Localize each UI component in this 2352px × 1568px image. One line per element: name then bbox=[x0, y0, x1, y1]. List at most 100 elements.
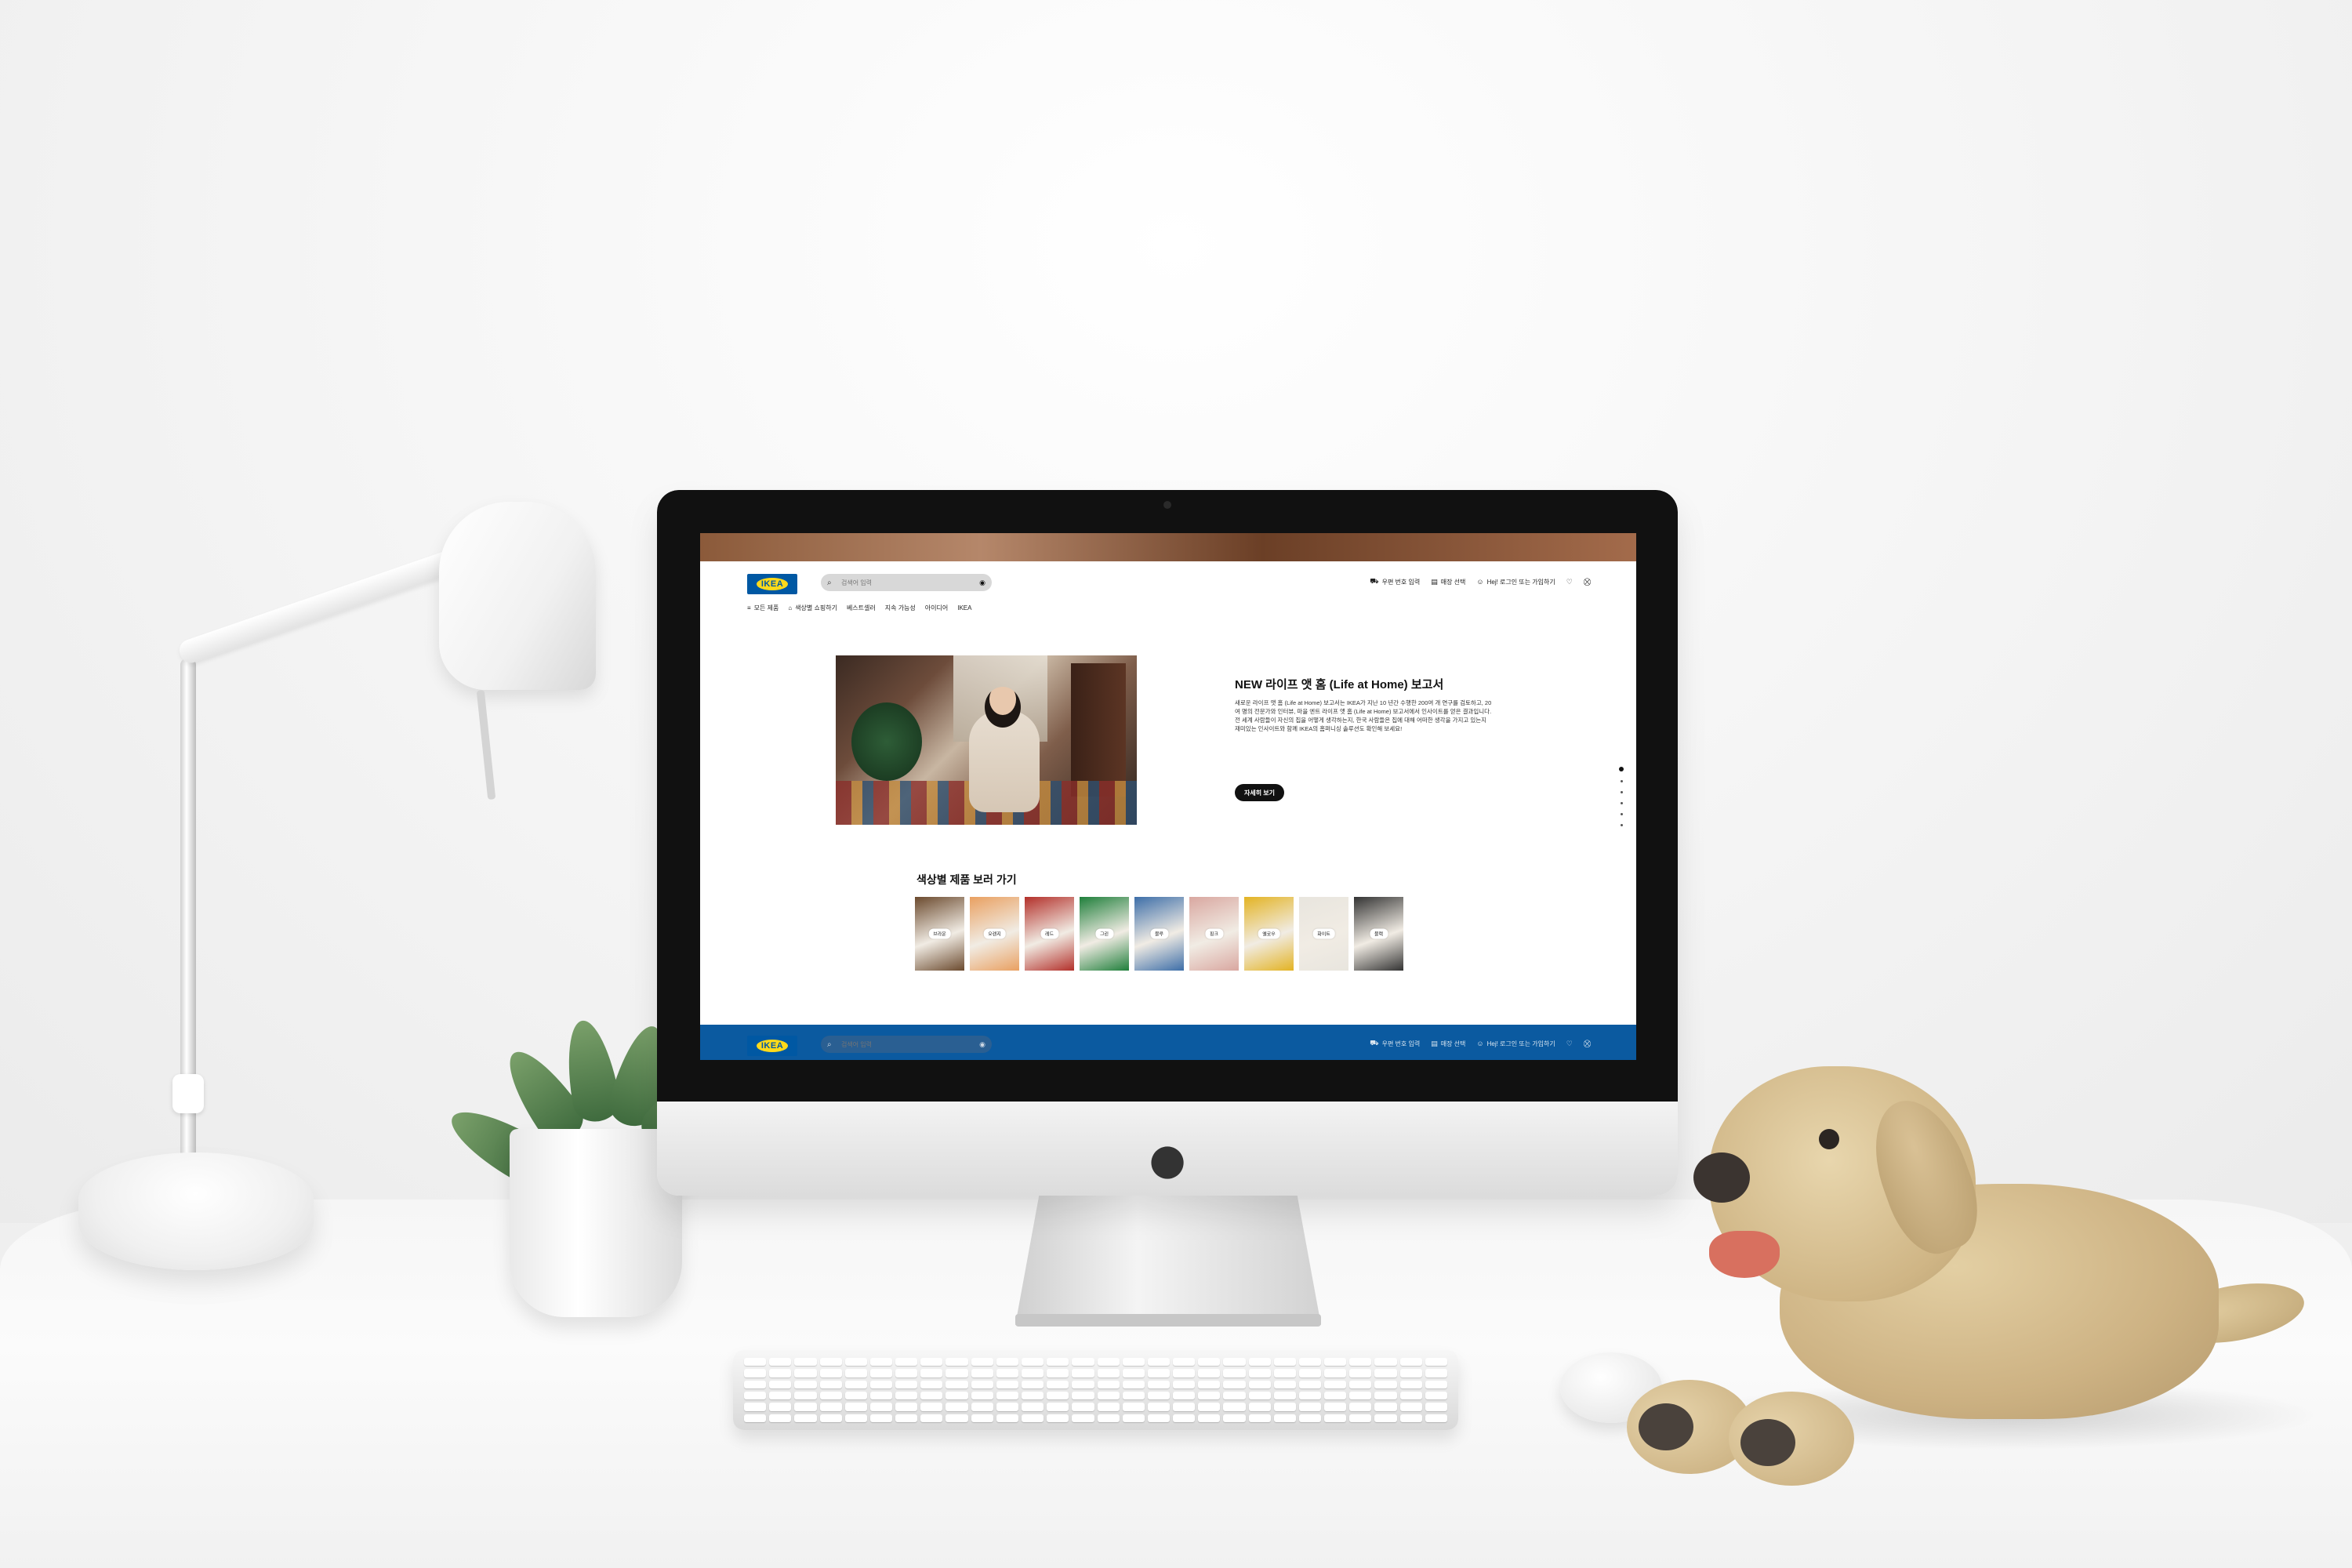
color-swatch-card[interactable]: 그린 bbox=[1080, 897, 1129, 971]
keyboard-key bbox=[946, 1358, 968, 1367]
keyboard-key bbox=[869, 1369, 893, 1377]
plush-dog-nose bbox=[1693, 1152, 1750, 1203]
heart-icon: ♡ bbox=[1566, 577, 1573, 586]
color-swatch-card[interactable]: 블랙 bbox=[1354, 897, 1403, 971]
cart-icon: ⛒ bbox=[1583, 1039, 1591, 1047]
ikea-logo[interactable]: IKEA bbox=[747, 574, 797, 594]
color-swatch-card[interactable]: 오렌지 bbox=[970, 897, 1019, 971]
footer-wishlist-button[interactable]: ♡ bbox=[1566, 1040, 1573, 1048]
nav-ideas[interactable]: 아이디어 bbox=[925, 604, 948, 612]
hero-plant bbox=[851, 702, 922, 781]
keyboard-key bbox=[1223, 1358, 1246, 1367]
color-swatch-card[interactable]: 블루 bbox=[1134, 897, 1184, 971]
color-swatch-card[interactable]: 레드 bbox=[1025, 897, 1074, 971]
keyboard-key bbox=[895, 1403, 918, 1411]
keyboard-key bbox=[1072, 1358, 1094, 1367]
keyboard-key bbox=[920, 1414, 943, 1422]
keyboard-key bbox=[1021, 1358, 1044, 1367]
nav-shop-by-color[interactable]: ⌂ 색상별 쇼핑하기 bbox=[788, 604, 837, 612]
keyboard-key bbox=[946, 1380, 968, 1388]
footer-login-link[interactable]: ☺ Hej! 로그인 또는 가입하기 bbox=[1476, 1040, 1555, 1048]
keyboard-key bbox=[1021, 1414, 1044, 1422]
keyboard-key bbox=[1097, 1358, 1120, 1367]
keyboard-key bbox=[1298, 1403, 1322, 1411]
plush-dog-paw-pad bbox=[1740, 1419, 1795, 1466]
hero-image[interactable] bbox=[836, 655, 1137, 825]
keyboard-key bbox=[769, 1403, 792, 1411]
keyboard-key bbox=[1072, 1414, 1094, 1422]
nav-bestsellers[interactable]: 베스트셀러 bbox=[847, 604, 876, 612]
keyboard-key bbox=[819, 1358, 842, 1367]
wishlist-button[interactable]: ♡ bbox=[1566, 578, 1573, 586]
keyboard-key bbox=[1047, 1380, 1069, 1388]
keyboard-key bbox=[1198, 1380, 1221, 1388]
keyboard-key bbox=[920, 1369, 943, 1377]
keyboard-key bbox=[744, 1414, 767, 1422]
search-bar[interactable]: ⌕ ◉ bbox=[821, 574, 992, 591]
footer-search-input[interactable] bbox=[841, 1040, 980, 1048]
keyboard-key bbox=[1072, 1369, 1094, 1377]
keyboard-key bbox=[1248, 1391, 1271, 1400]
keyboard-key bbox=[844, 1369, 867, 1377]
search-icon[interactable]: ⌕ bbox=[827, 579, 837, 587]
nav-ikea[interactable]: IKEA bbox=[957, 604, 971, 612]
carousel-dot[interactable] bbox=[1620, 813, 1623, 815]
nav-sustainability[interactable]: 지속 가능성 bbox=[885, 604, 916, 612]
login-link[interactable]: ☺ Hej! 로그인 또는 가입하기 bbox=[1476, 578, 1555, 586]
lamp-joint bbox=[172, 1074, 204, 1113]
keyboard-key bbox=[769, 1380, 792, 1388]
webcam bbox=[1163, 501, 1171, 509]
color-swatch-card[interactable]: 옐로우 bbox=[1244, 897, 1294, 971]
search-input[interactable] bbox=[841, 579, 980, 586]
footer-postcode-link[interactable]: ⛟ 우편 번호 입력 bbox=[1370, 1039, 1420, 1048]
utility-nav: ⛟ 우편 번호 입력 ▤ 매장 선택 ☺ Hej! 로그인 또는 가입하기 ♡ ⛒ bbox=[1370, 577, 1591, 586]
hero-text: NEW 라이프 앳 홈 (Life at Home) 보고서 새로운 라이프 앳… bbox=[1235, 676, 1494, 733]
cart-button[interactable]: ⛒ bbox=[1584, 578, 1591, 586]
keyboard-key bbox=[1374, 1414, 1397, 1422]
keyboard-key bbox=[1425, 1380, 1447, 1388]
list-icon: ≡ bbox=[747, 604, 751, 612]
color-swatch-card[interactable]: 핑크 bbox=[1189, 897, 1239, 971]
color-swatch-card[interactable]: 화이트 bbox=[1299, 897, 1348, 971]
keyboard-key bbox=[1097, 1414, 1120, 1422]
carousel-dot[interactable] bbox=[1620, 824, 1623, 826]
keyboard-key bbox=[844, 1391, 867, 1400]
postcode-link[interactable]: ⛟ 우편 번호 입력 bbox=[1370, 577, 1420, 586]
search-icon[interactable]: ⌕ bbox=[827, 1040, 837, 1049]
store-icon: ▤ bbox=[1431, 1039, 1438, 1047]
keyboard-key bbox=[1349, 1380, 1372, 1388]
footer-store-link[interactable]: ▤ 매장 선택 bbox=[1431, 1040, 1465, 1048]
color-swatch-card[interactable]: 브라운 bbox=[915, 897, 964, 971]
nav-label: 아이디어 bbox=[924, 604, 949, 612]
keyboard-key bbox=[1399, 1414, 1422, 1422]
keyboard-key bbox=[1399, 1380, 1422, 1388]
footer-search-bar[interactable]: ⌕ ◉ bbox=[821, 1036, 992, 1053]
keyboard-key bbox=[1273, 1380, 1296, 1388]
store-link[interactable]: ▤ 매장 선택 bbox=[1431, 578, 1465, 586]
camera-icon[interactable]: ◉ bbox=[979, 1040, 985, 1049]
carousel-dot[interactable] bbox=[1620, 791, 1623, 793]
keyboard-key bbox=[844, 1403, 867, 1411]
keyboard-key bbox=[1399, 1358, 1422, 1367]
keyboard-key bbox=[819, 1414, 842, 1422]
learn-more-button[interactable]: 자세히 보기 bbox=[1235, 784, 1285, 801]
keyboard-key bbox=[844, 1414, 867, 1422]
login-label: Hej! 로그인 또는 가입하기 bbox=[1486, 578, 1555, 586]
footer-ikea-logo[interactable]: IKEA bbox=[747, 1036, 797, 1056]
carousel-dot[interactable] bbox=[1620, 780, 1623, 782]
nav-all-products[interactable]: ≡ 모든 제품 bbox=[747, 604, 779, 612]
footer-cart-button[interactable]: ⛒ bbox=[1584, 1040, 1591, 1048]
keyboard-key bbox=[971, 1380, 993, 1388]
carousel-dot[interactable] bbox=[1620, 802, 1623, 804]
camera-icon[interactable]: ◉ bbox=[979, 579, 985, 587]
keyboard-key bbox=[869, 1380, 893, 1388]
home-icon: ⌂ bbox=[788, 604, 793, 612]
keyboard-key bbox=[1122, 1414, 1145, 1422]
color-swatch-list: 브라운 오렌지 레드 그린 블루 핑크 옐로우 화이트 블랙 bbox=[915, 897, 1403, 971]
keyboard-key bbox=[920, 1403, 943, 1411]
keyboard-key bbox=[1198, 1369, 1221, 1377]
keyboard-key bbox=[869, 1391, 893, 1400]
keyboard-key bbox=[996, 1414, 1018, 1422]
keyboard-key bbox=[1072, 1391, 1094, 1400]
carousel-dot[interactable] bbox=[1619, 767, 1624, 771]
